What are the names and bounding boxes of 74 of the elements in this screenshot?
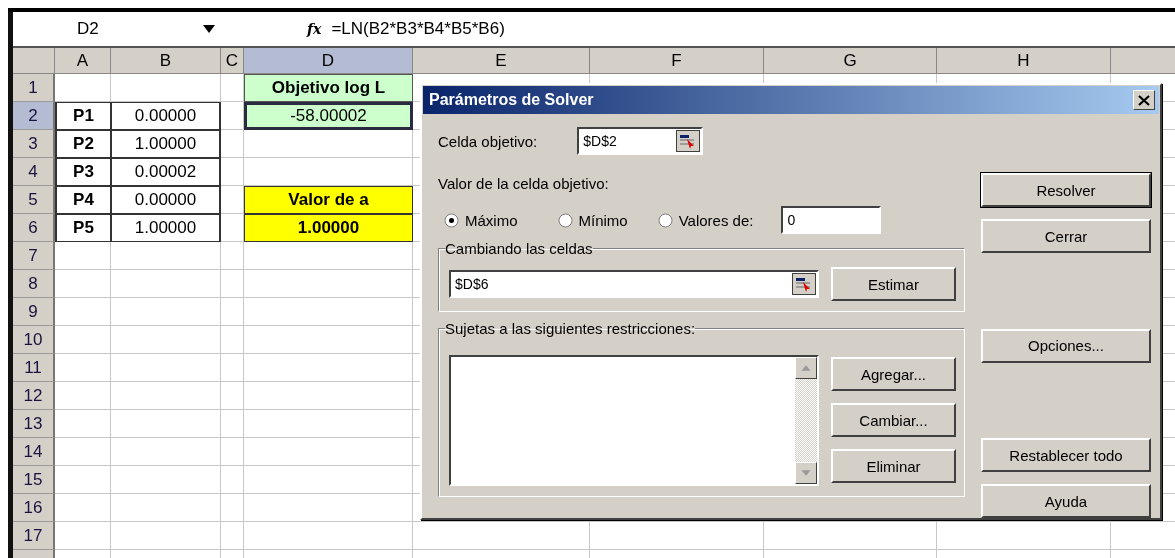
scrollbar[interactable] <box>795 357 817 484</box>
scroll-up-icon[interactable] <box>795 357 817 379</box>
dialog-button[interactable]: Restablecer todo <box>981 438 1151 472</box>
table-cell: Objetivo log L <box>244 74 413 102</box>
dialog-button[interactable]: Resolver <box>981 173 1151 207</box>
table-cell: P3 <box>55 158 111 186</box>
constraints-list[interactable] <box>449 355 819 486</box>
group-label: Sujetas a las siguientes restricciones: <box>445 320 696 337</box>
row-header[interactable]: 8 <box>13 270 55 298</box>
table-cell: 1.00000 <box>111 130 221 158</box>
section-label: Valor de la celda objetivo: <box>438 175 610 192</box>
row-header[interactable]: 7 <box>13 242 55 270</box>
row-header[interactable]: 10 <box>13 326 55 354</box>
dialog-button[interactable]: Opciones... <box>981 328 1151 363</box>
column-header[interactable]: H <box>937 48 1111 74</box>
column-header[interactable]: F <box>590 48 764 74</box>
formula-field[interactable]: =LN(B2*B3*B4*B5*B6) <box>331 19 505 39</box>
row-header[interactable]: 6 <box>13 214 55 242</box>
value-field[interactable]: 0 <box>781 206 882 234</box>
row-header[interactable]: 11 <box>13 354 55 382</box>
dialog-button[interactable]: Cerrar <box>981 219 1151 253</box>
table-cell: -58.00002 <box>244 102 413 130</box>
constraint-button[interactable]: Agregar... <box>831 357 956 391</box>
close-icon <box>1138 94 1150 106</box>
dialog-button[interactable]: Ayuda <box>981 484 1151 518</box>
radio-icon[interactable] <box>557 212 573 228</box>
table-cell: 0.00000 <box>111 186 221 214</box>
table-cell: P5 <box>55 214 111 242</box>
group-label: Cambiando las celdas <box>445 240 593 257</box>
row-header[interactable]: 5 <box>13 186 55 214</box>
column-header[interactable]: G <box>764 48 937 74</box>
changing-cells-field[interactable]: $D$6 <box>449 270 819 298</box>
table-cell: 1.00000 <box>244 214 413 242</box>
close-button[interactable] <box>1133 90 1155 110</box>
table-cell: 0.00000 <box>111 102 221 130</box>
name-box[interactable]: D2 <box>13 12 153 46</box>
row-header[interactable]: 3 <box>13 130 55 158</box>
radio-option[interactable]: Máximo <box>444 211 518 229</box>
estimate-button[interactable]: Estimar <box>831 267 956 301</box>
row-header[interactable]: 1 <box>13 74 55 102</box>
constraint-button[interactable]: Eliminar <box>831 449 956 483</box>
dropdown-arrow-icon[interactable] <box>203 25 215 33</box>
function-label[interactable]: fx <box>307 21 322 37</box>
table-cell: 1.00000 <box>111 214 221 242</box>
radio-icon[interactable] <box>444 212 459 228</box>
column-header[interactable]: C <box>221 48 244 74</box>
row-header[interactable]: 4 <box>13 158 55 186</box>
column-header[interactable]: D <box>244 48 413 74</box>
constraint-button[interactable]: Cambiar... <box>831 403 956 437</box>
cell-select-icon[interactable] <box>676 130 701 152</box>
window-title: Parámetros de Solver <box>429 91 594 109</box>
table-cell: Valor de a <box>244 186 413 214</box>
radio-option[interactable]: Valores de: <box>657 211 754 229</box>
column-header[interactable]: A <box>55 48 111 74</box>
table-cell: P4 <box>55 186 111 214</box>
radio-option[interactable]: Mínimo <box>557 211 628 229</box>
column-header[interactable]: B <box>111 48 221 74</box>
field-label: Celda objetivo: <box>438 132 538 150</box>
row-header[interactable]: 14 <box>13 438 55 466</box>
row-header[interactable]: 13 <box>13 410 55 438</box>
table-cell: 0.00002 <box>111 158 221 186</box>
table-cell: P2 <box>55 130 111 158</box>
target-cell-field[interactable]: $D$2 <box>577 127 704 155</box>
row-header[interactable]: 17 <box>13 522 55 550</box>
row-header[interactable]: 12 <box>13 382 55 410</box>
row-header[interactable]: 9 <box>13 298 55 326</box>
row-header[interactable]: 15 <box>13 466 55 494</box>
table-cell: P1 <box>55 102 111 130</box>
radio-icon[interactable] <box>657 212 673 228</box>
scroll-down-icon[interactable] <box>795 462 817 484</box>
cell-select-icon[interactable] <box>792 273 816 295</box>
row-header[interactable]: 2 <box>13 102 55 130</box>
column-header[interactable]: E <box>413 48 590 74</box>
row-header[interactable]: 16 <box>13 494 55 522</box>
